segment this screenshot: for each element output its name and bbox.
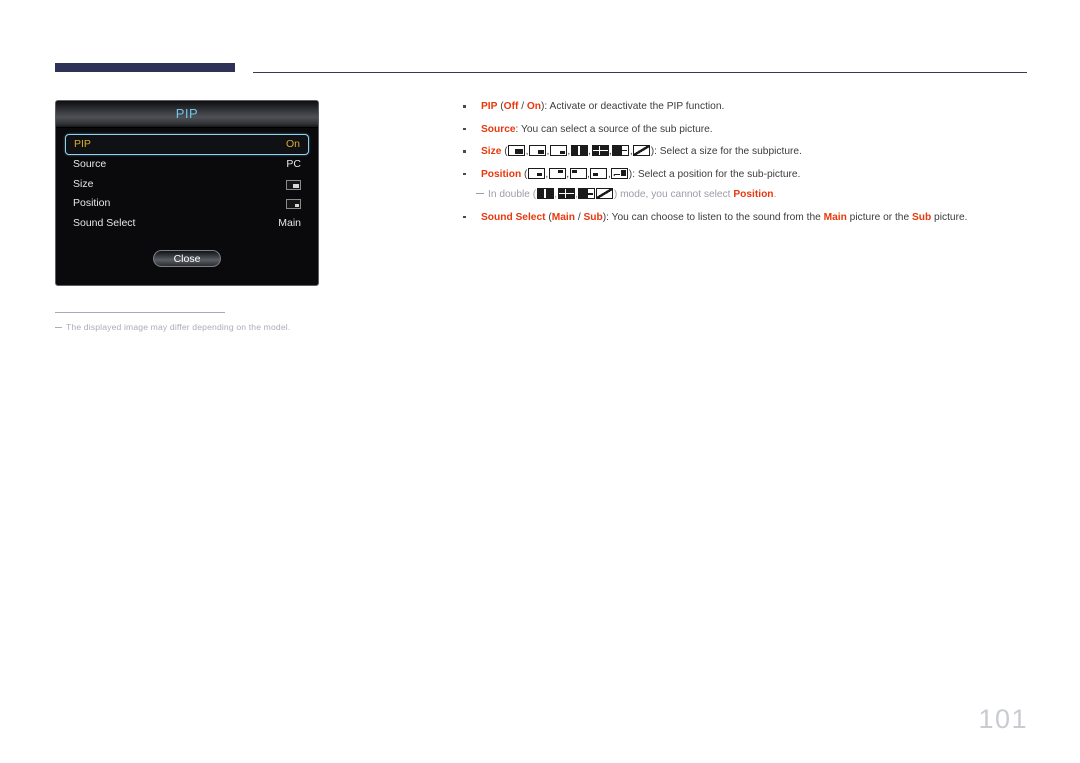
keyword-on: On: [526, 101, 542, 112]
text-sound-description-1: ): You can choose to listen to the sound…: [602, 211, 824, 223]
pip-pos-top-right-icon: [548, 167, 566, 179]
osd-row-label: Position: [73, 197, 111, 209]
pip-double-vertical-icon: [536, 188, 554, 200]
keyword-main: Main: [551, 211, 575, 223]
pip-pos-custom-icon: [611, 167, 629, 179]
page-header-rule: [55, 63, 1027, 77]
pip-double-diagonal-icon: [596, 188, 614, 200]
keyword-position: Position: [481, 168, 522, 180]
pip-double-quad-icon: [557, 188, 575, 200]
osd-row-source[interactable]: Source PC: [65, 155, 309, 175]
keyword-position: Position: [733, 189, 774, 201]
header-accent-bar: [55, 63, 235, 72]
text-open-paren: (: [521, 168, 528, 180]
text-open-paren: (: [501, 146, 508, 158]
pip-position-value-icon: [286, 199, 301, 209]
osd-menu-list: PIP On Source PC Size Position Sound Sel…: [56, 128, 318, 267]
text-position-description: ): Select a position for the sub-picture…: [628, 168, 801, 180]
osd-row-label: Sound Select: [73, 216, 136, 229]
bullet-icon: [463, 105, 466, 108]
osd-footer: Close: [65, 249, 309, 267]
osd-row-position[interactable]: Position: [65, 194, 309, 214]
osd-row-sound-select[interactable]: Sound Select Main: [65, 214, 309, 234]
keyword-sound-select: Sound Select: [481, 211, 546, 223]
note-divider: [55, 312, 225, 313]
note-dash-icon: [55, 326, 62, 328]
pip-size-medium-icon: [528, 145, 546, 157]
osd-row-value: PC: [286, 158, 301, 170]
text-separator: /: [518, 101, 527, 112]
header-divider-line: [253, 72, 1027, 73]
text-separator: /: [575, 211, 584, 223]
bullet-icon: [463, 150, 466, 153]
list-item-pip: PIP (Off / On): Activate or deactivate t…: [460, 100, 1030, 113]
pip-pos-top-left-icon: [569, 167, 587, 179]
text-source-description: : You can select a source of the sub pic…: [515, 123, 713, 135]
keyword-pip: PIP: [481, 101, 498, 112]
text-size-description: ): Select a size for the subpicture.: [650, 146, 802, 158]
image-disclaimer-note: The displayed image may differ depending…: [55, 322, 290, 332]
keyword-off: Off: [503, 101, 519, 112]
pip-double-diagonal-icon: [633, 145, 651, 157]
bullet-icon: [463, 215, 466, 219]
list-item-position: Position (,,,,): Select a position for t…: [460, 167, 1030, 181]
bullet-icon: [463, 172, 466, 176]
pip-size-value-icon: [286, 179, 301, 190]
text-pip-description: ): Activate or deactivate the PIP functi…: [541, 101, 725, 112]
text-in-double-prefix: In double (: [488, 189, 537, 201]
pip-pos-bottom-right-icon: [527, 167, 545, 179]
osd-row-label: Source: [73, 158, 107, 170]
keyword-main-2: Main: [823, 211, 847, 223]
list-item-source: Source: You can select a source of the s…: [460, 123, 1030, 136]
page-number: 101: [978, 704, 1028, 734]
keyword-sub: Sub: [583, 211, 603, 223]
pip-description-list: PIP ( Off / On): Activate or deactivate t…: [460, 100, 1030, 234]
pip-size-large-icon: [508, 145, 526, 157]
pip-double-quad-icon: [591, 145, 609, 157]
pip-osd-dialog: PIP PIP On Source PC Size Position Sound…: [55, 100, 319, 286]
double-mode-note: In double (,,) mode, you cannot select P…: [460, 188, 1030, 201]
pip-double-vertical-icon: [570, 145, 588, 157]
text-sound-description-2: picture or the: [846, 211, 912, 223]
note-dash-icon: [476, 193, 484, 195]
list-item-size: Size (,,,,,,): Select a size for the sub…: [460, 145, 1030, 158]
pip-pos-bottom-left-icon: [590, 167, 608, 179]
osd-row-label: PIP: [74, 138, 91, 150]
osd-title-bar: PIP: [56, 101, 318, 128]
note-text: The displayed image may differ depending…: [66, 322, 291, 332]
osd-row-size[interactable]: Size: [65, 175, 309, 195]
osd-row-value: Main: [278, 216, 301, 229]
keyword-size: Size: [481, 146, 502, 158]
bullet-icon: [463, 127, 466, 131]
close-button[interactable]: Close: [153, 250, 221, 267]
osd-row-value: On: [285, 138, 300, 150]
list-item-sound-select: Sound Select (Main / Sub): You can choos…: [460, 211, 1030, 224]
pip-size-small-icon: [549, 145, 567, 157]
pip-double-wide-icon: [578, 188, 596, 200]
osd-row-label: Size: [73, 177, 94, 190]
osd-row-pip[interactable]: PIP On: [65, 134, 309, 155]
pip-double-wide-icon: [612, 145, 630, 157]
text-sound-description-3: picture.: [931, 211, 968, 223]
keyword-sub-2: Sub: [911, 211, 932, 223]
text-in-double-suffix: .: [773, 189, 777, 201]
text-in-double-middle: ) mode, you cannot select: [613, 189, 734, 201]
osd-title: PIP: [175, 106, 199, 121]
keyword-source: Source: [481, 123, 516, 135]
